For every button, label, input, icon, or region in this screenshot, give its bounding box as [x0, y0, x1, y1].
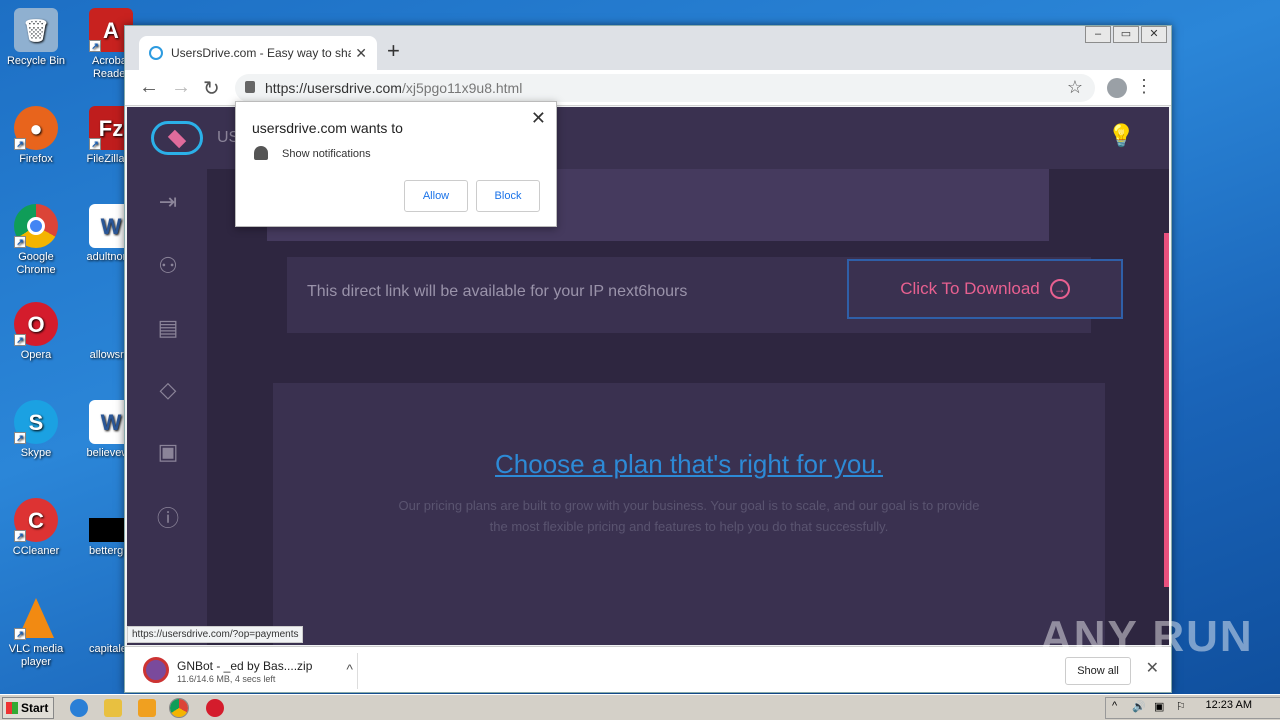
site-sidebar: ⇥ ⚇ ▤ ◇ ▣ ⓘ: [127, 169, 207, 645]
desktop-icon-recycle-bin[interactable]: 🗑 Recycle Bin: [1, 8, 71, 68]
url-host: https://usersdrive.com: [265, 80, 402, 96]
ie-icon[interactable]: [70, 699, 88, 717]
lock-icon: [245, 81, 255, 93]
recycle-bin-icon: 🗑: [14, 8, 58, 52]
site-favicon-icon: [149, 46, 163, 60]
start-button[interactable]: Start: [2, 697, 54, 719]
desktop-icon-opera[interactable]: O ↗ Opera: [1, 302, 71, 362]
ccleaner-icon: C ↗: [14, 498, 58, 542]
login-icon[interactable]: ⇥: [155, 189, 181, 215]
desktop-icon-skype[interactable]: S ↗ Skype: [1, 400, 71, 460]
download-button[interactable]: Click To Download →: [847, 259, 1123, 319]
volume-icon[interactable]: 🔊: [1132, 700, 1146, 713]
chevron-up-icon[interactable]: ^: [346, 661, 353, 677]
menu-kebab-icon[interactable]: ⋮: [1135, 76, 1153, 97]
archive-file-icon: [143, 657, 169, 683]
minimize-button[interactable]: –: [1085, 26, 1111, 43]
back-button[interactable]: ←: [139, 76, 159, 99]
bookmark-star-icon[interactable]: ☆: [1067, 77, 1083, 98]
permission-title: usersdrive.com wants to: [252, 120, 403, 136]
tab-title: UsersDrive.com - Easy way to share: [171, 46, 351, 60]
browser-tab[interactable]: UsersDrive.com - Easy way to share ✕: [139, 36, 377, 70]
url-path: /xj5pgo11x9u8.html: [401, 80, 523, 96]
download-button-label: Click To Download: [900, 279, 1040, 298]
money-icon[interactable]: ▣: [155, 439, 181, 465]
chrome-taskbar-icon[interactable]: [169, 698, 189, 718]
link-notice: This direct link will be available for y…: [287, 257, 1123, 333]
new-tab-button[interactable]: +: [387, 38, 400, 64]
add-user-icon[interactable]: ⚇: [155, 253, 181, 279]
chrome-icon: ↗: [14, 204, 58, 248]
allow-button[interactable]: Allow: [404, 180, 468, 212]
shelf-divider: [357, 653, 358, 689]
lightbulb-icon[interactable]: 💡: [1108, 123, 1135, 149]
download-shelf: GNBot - _ed by Bas....zip 11.6/14.6 MB, …: [125, 646, 1171, 692]
windows-flag-icon: [6, 702, 18, 714]
tray-expand-icon[interactable]: ^: [1112, 700, 1117, 712]
flag-icon[interactable]: ⚐: [1176, 700, 1186, 713]
skype-icon: S ↗: [14, 400, 58, 444]
desktop-icon-chrome[interactable]: ↗ Google Chrome: [1, 204, 71, 277]
watermark: ANY RUN: [1040, 612, 1254, 661]
download-file-name: GNBot - _ed by Bas....zip: [177, 659, 313, 673]
media-player-icon[interactable]: [138, 699, 156, 717]
start-label: Start: [21, 701, 49, 715]
permission-close-icon[interactable]: ✕: [531, 108, 546, 129]
pricing-description: Our pricing plans are built to grow with…: [398, 498, 980, 534]
address-bar[interactable]: https://usersdrive.com/xj5pgo11x9u8.html: [235, 74, 1095, 102]
clock[interactable]: 12:23 AM: [1206, 699, 1252, 711]
window-controls: – ▭ ✕: [1083, 26, 1167, 43]
browser-window: UsersDrive.com - Easy way to share ✕ + –…: [124, 25, 1172, 693]
taskbar: Start ^ 🔊 ▣ ⚐ 12:23 AM: [0, 694, 1280, 720]
reload-button[interactable]: ↻: [203, 76, 220, 101]
download-item[interactable]: GNBot - _ed by Bas....zip 11.6/14.6 MB, …: [143, 657, 353, 687]
desktop-icon-firefox[interactable]: ● ↗ Firefox: [1, 106, 71, 166]
diamond-icon[interactable]: ◇: [155, 377, 181, 403]
notification-permission-dialog: usersdrive.com wants to ✕ Show notificat…: [235, 101, 557, 227]
opera-icon: O ↗: [14, 302, 58, 346]
window-close-button[interactable]: ✕: [1141, 26, 1167, 43]
info-icon[interactable]: ⓘ: [155, 501, 181, 531]
arrow-right-circle-icon: →: [1049, 279, 1070, 299]
system-tray: ^ 🔊 ▣ ⚐: [1105, 697, 1280, 719]
permission-label: Show notifications: [282, 148, 371, 160]
desktop-icon-vlc[interactable]: ↗ VLC media player: [1, 596, 71, 669]
status-bar-url: https://usersdrive.com/?op=payments: [127, 626, 304, 643]
bell-icon: [254, 146, 268, 160]
folder-icon[interactable]: [104, 699, 122, 717]
page-scrollbar[interactable]: [1164, 233, 1169, 587]
news-icon[interactable]: ▤: [155, 315, 181, 341]
desktop-icon-ccleaner[interactable]: C ↗ CCleaner: [1, 498, 71, 558]
maximize-button[interactable]: ▭: [1113, 26, 1139, 43]
network-icon[interactable]: ▣: [1154, 700, 1164, 713]
profile-avatar[interactable]: [1107, 78, 1127, 98]
forward-button[interactable]: →: [171, 76, 191, 99]
firefox-icon: ● ↗: [14, 106, 58, 150]
tab-strip: UsersDrive.com - Easy way to share ✕ + –…: [125, 26, 1171, 70]
notice-text: This direct link will be available for y…: [307, 283, 688, 300]
tab-close-icon[interactable]: ✕: [355, 45, 367, 62]
opera-taskbar-icon[interactable]: [206, 699, 224, 717]
download-progress: 11.6/14.6 MB, 4 secs left: [177, 674, 276, 684]
vlc-icon: ↗: [14, 596, 58, 640]
pricing-link[interactable]: Choose a plan that's right for you.: [273, 449, 1105, 480]
pricing-section: Choose a plan that's right for you. Our …: [273, 383, 1105, 645]
block-button[interactable]: Block: [476, 180, 540, 212]
